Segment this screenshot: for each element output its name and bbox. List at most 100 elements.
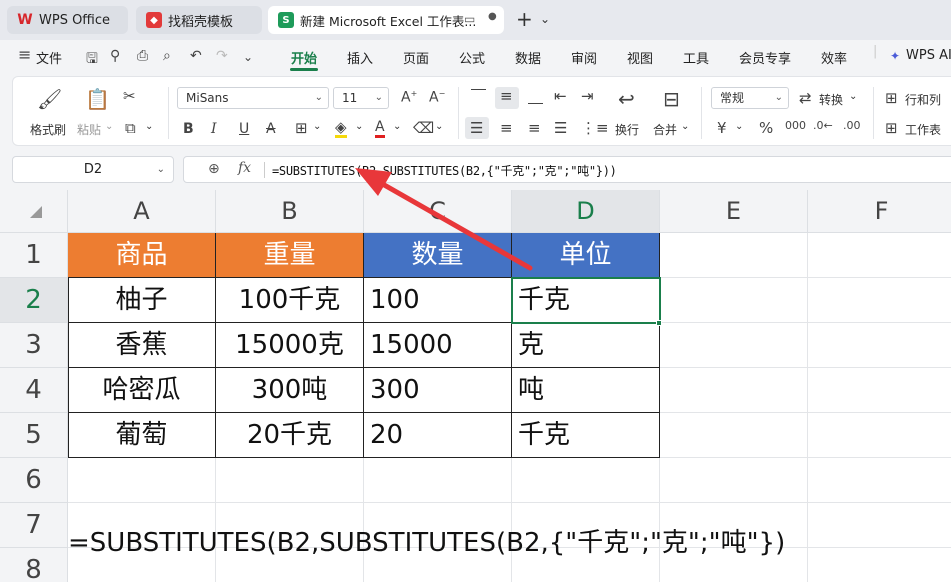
row-header-5[interactable]: 5 — [0, 413, 68, 458]
decrease-indent-icon[interactable]: ⇤ — [554, 87, 567, 105]
border-icon[interactable]: ⊞ — [295, 119, 308, 137]
menu-page[interactable]: 页面 — [403, 48, 429, 67]
spreadsheet-grid[interactable]: A B C D E F 1 2 3 4 5 6 7 8 商品 重量 数量 单位 … — [0, 190, 951, 582]
row-header-6[interactable]: 6 — [0, 458, 68, 503]
cell-d1[interactable]: 单位 — [512, 233, 660, 278]
column-header-a[interactable]: A — [68, 190, 216, 233]
merge-cells-label[interactable]: 合并 — [653, 121, 677, 138]
cell-a3[interactable]: 香蕉 — [68, 323, 216, 368]
strikethrough-icon[interactable]: A — [266, 121, 276, 137]
convert-label[interactable]: 转换 — [819, 91, 843, 108]
cell-b1[interactable]: 重量 — [216, 233, 364, 278]
wrap-text-label[interactable]: 换行 — [615, 121, 639, 138]
menu-view[interactable]: 视图 — [627, 48, 653, 67]
cell-c5[interactable]: 20 — [364, 413, 512, 458]
new-tab-icon[interactable]: + — [516, 9, 533, 29]
cell-d4[interactable]: 吨 — [512, 368, 660, 413]
decrease-font-icon[interactable]: A− — [429, 89, 445, 106]
align-top-icon[interactable]: ⎺ — [471, 87, 486, 105]
formula-annotation-text[interactable]: =SUBSTITUTES(B2,SUBSTITUTES(B2,{"千克";"克"… — [68, 522, 785, 559]
column-header-f[interactable]: F — [808, 190, 951, 233]
chevron-down-icon[interactable]: ⌄ — [145, 121, 153, 132]
worksheet-label[interactable]: 工作表 — [905, 121, 941, 138]
merge-cells-icon[interactable]: ⊟ — [663, 87, 680, 111]
chevron-down-icon[interactable]: ⌄ — [105, 121, 113, 132]
increase-indent-icon[interactable]: ⇥ — [581, 87, 594, 105]
row-col-icon[interactable]: ⊞ — [885, 89, 898, 107]
chevron-down-icon[interactable]: ⌄ — [540, 12, 550, 26]
modified-dot-icon[interactable]: ● — [488, 11, 497, 22]
row-header-2[interactable]: 2 — [0, 278, 68, 323]
zoom-icon[interactable]: ⊕ — [208, 161, 220, 177]
italic-icon[interactable]: I — [211, 121, 217, 137]
menu-data[interactable]: 数据 — [515, 48, 541, 67]
cell-a1[interactable]: 商品 — [68, 233, 216, 278]
font-color-icon[interactable]: A — [375, 119, 385, 138]
menu-home[interactable]: 开始 — [291, 48, 317, 67]
select-all-button[interactable] — [0, 190, 68, 233]
column-header-b[interactable]: B — [216, 190, 364, 233]
cell-a4[interactable]: 哈密瓜 — [68, 368, 216, 413]
cell-b4[interactable]: 300吨 — [216, 368, 364, 413]
menu-efficiency[interactable]: 效率 — [821, 48, 847, 67]
percent-icon[interactable]: % — [759, 119, 773, 137]
cell-d5[interactable]: 千克 — [512, 413, 660, 458]
menu-hamburger-icon[interactable]: ≡ — [18, 45, 31, 64]
wrap-text-icon[interactable]: ↩ — [618, 87, 635, 111]
align-center-icon[interactable]: ≡ — [500, 119, 513, 137]
name-box[interactable]: D2 ⌄ — [12, 156, 174, 183]
menu-tools[interactable]: 工具 — [683, 48, 709, 67]
cell-c1[interactable]: 数量 — [364, 233, 512, 278]
eraser-icon[interactable]: ⌫ — [413, 119, 434, 137]
convert-icon[interactable]: ⇄ — [799, 89, 812, 107]
bold-icon[interactable]: B — [183, 121, 194, 137]
worksheet-icon[interactable]: ⊞ — [885, 119, 898, 137]
chevron-down-icon[interactable]: ⌄ — [681, 121, 689, 132]
align-left-icon[interactable]: ☰ — [470, 119, 483, 137]
column-header-e[interactable]: E — [660, 190, 808, 233]
save-icon[interactable]: 🖫 — [86, 48, 98, 72]
row-col-label[interactable]: 行和列 — [905, 91, 941, 108]
chevron-down-icon[interactable]: ⌄ — [393, 121, 401, 132]
fill-color-icon[interactable]: ◈ — [335, 119, 347, 138]
chevron-down-icon[interactable]: ⌄ — [849, 91, 857, 102]
cell-b5[interactable]: 20千克 — [216, 413, 364, 458]
row-header-7[interactable]: 7 — [0, 503, 68, 548]
thousands-icon[interactable]: 000 — [785, 119, 806, 132]
redo-icon[interactable]: ↷ — [216, 48, 228, 64]
underline-icon[interactable]: U — [239, 121, 249, 137]
row-header-4[interactable]: 4 — [0, 368, 68, 413]
menu-wps-ai[interactable]: WPS AI — [906, 48, 951, 63]
menu-file[interactable]: 文件 — [36, 48, 62, 67]
currency-icon[interactable]: ¥ — [717, 119, 727, 137]
menu-review[interactable]: 审阅 — [571, 48, 597, 67]
cut-icon[interactable]: ✂ — [123, 87, 136, 105]
cell-c4[interactable]: 300 — [364, 368, 512, 413]
fill-handle[interactable] — [656, 320, 662, 326]
format-painter-icon[interactable]: 🖌 — [37, 87, 62, 111]
paste-icon[interactable]: 📋 — [85, 87, 110, 111]
font-name-select[interactable]: MiSans ⌄ — [177, 87, 329, 109]
function-icon[interactable]: fx — [238, 160, 251, 176]
align-right-icon[interactable]: ≡ — [528, 119, 541, 137]
cell-b2[interactable]: 100千克 — [216, 278, 364, 323]
increase-decimal-icon[interactable]: .0← — [813, 119, 833, 132]
cell-b3[interactable]: 15000克 — [216, 323, 364, 368]
align-middle-icon[interactable]: ≡ — [500, 87, 513, 105]
column-header-c[interactable]: C — [364, 190, 512, 233]
formula-text[interactable]: =SUBSTITUTES(B2,SUBSTITUTES(B2,{"千克";"克"… — [272, 162, 617, 179]
distribute-icon[interactable]: ⋮≡ — [581, 119, 609, 137]
copy-icon[interactable]: ⧉ — [125, 119, 136, 137]
cell-a5[interactable]: 葡萄 — [68, 413, 216, 458]
chevron-down-icon[interactable]: ⌄ — [435, 121, 443, 132]
chevron-down-icon[interactable]: ⌄ — [355, 121, 363, 132]
undo-icon[interactable]: ↶ — [190, 48, 202, 64]
row-header-1[interactable]: 1 — [0, 233, 68, 278]
justify-icon[interactable]: ☰ — [554, 119, 567, 137]
cell-a2[interactable]: 柚子 — [68, 278, 216, 323]
print-icon[interactable]: ⎙ — [137, 48, 148, 64]
row-header-3[interactable]: 3 — [0, 323, 68, 368]
row-header-8[interactable]: 8 — [0, 548, 68, 582]
cell-c3[interactable]: 15000 — [364, 323, 512, 368]
chevron-down-icon[interactable]: ⌄ — [313, 121, 321, 132]
